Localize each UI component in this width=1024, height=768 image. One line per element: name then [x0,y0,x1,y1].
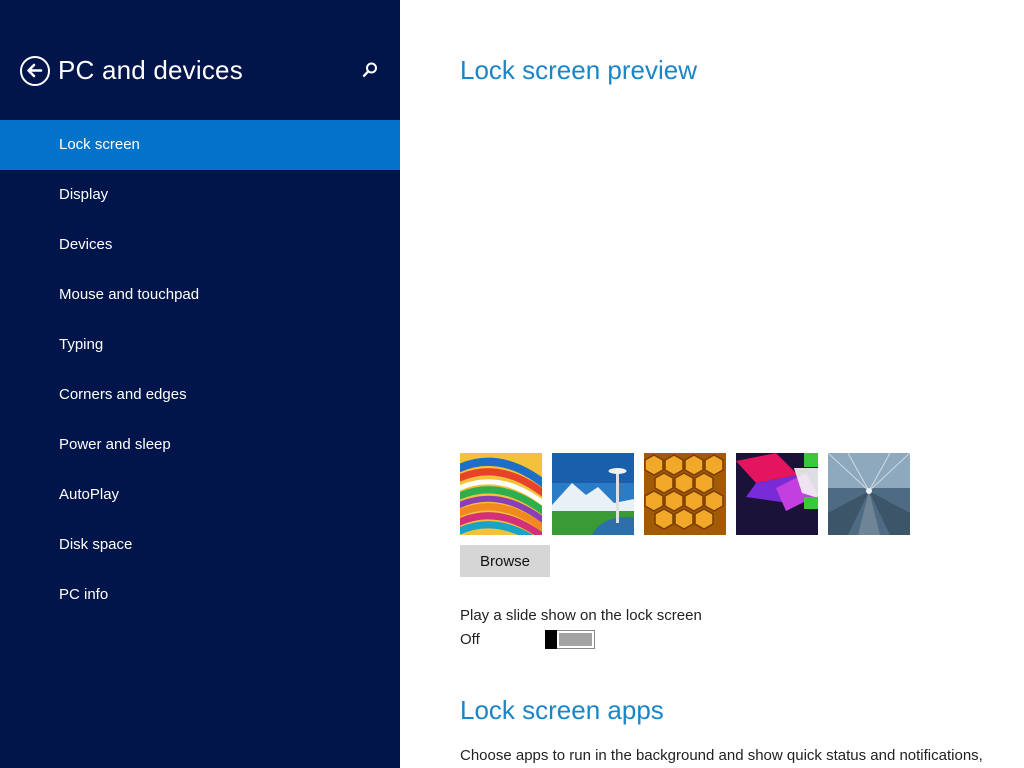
sidebar: PC and devices Lock screen Display Devic… [0,0,400,768]
sidebar-item-devices[interactable]: Devices [0,220,400,270]
sidebar-item-display[interactable]: Display [0,170,400,220]
toggle-track [559,633,592,646]
back-arrow-icon [27,63,43,78]
toggle-thumb[interactable] [545,630,557,649]
geometric-shapes-thumbnail[interactable] [736,453,818,535]
sidebar-item-lock-screen[interactable]: Lock screen [0,120,400,170]
browse-button[interactable]: Browse [460,545,550,577]
page-title: PC and devices [58,55,243,85]
lock-screen-apps-title: Lock screen apps [460,695,664,725]
sidebar-item-autoplay[interactable]: AutoPlay [0,470,400,520]
sidebar-nav: Lock screen Display Devices Mouse and to… [0,120,400,620]
colorful-stripes-thumbnail[interactable] [460,453,542,535]
main-content: Lock screen preview Browse Play a slide … [460,0,1024,768]
slideshow-toggle-state: Off [460,631,480,648]
honeycomb-thumbnail[interactable] [644,453,726,535]
sidebar-item-corners-and-edges[interactable]: Corners and edges [0,370,400,420]
sidebar-item-typing[interactable]: Typing [0,320,400,370]
space-needle-thumbnail[interactable] [552,453,634,535]
lock-screen-preview-area [460,102,1000,438]
lock-screen-apps-description: Choose apps to run in the background and… [460,747,983,764]
back-button[interactable] [20,56,50,86]
sidebar-item-power-and-sleep[interactable]: Power and sleep [0,420,400,470]
slideshow-label: Play a slide show on the lock screen [460,607,702,624]
sidebar-item-mouse-and-touchpad[interactable]: Mouse and touchpad [0,270,400,320]
sidebar-item-pc-info[interactable]: PC info [0,570,400,620]
train-station-thumbnail[interactable] [828,453,910,535]
search-icon [362,62,377,78]
lock-screen-preview-title: Lock screen preview [460,55,697,85]
sidebar-item-disk-space[interactable]: Disk space [0,520,400,570]
search-button[interactable] [360,60,380,80]
slideshow-toggle[interactable] [545,630,595,649]
